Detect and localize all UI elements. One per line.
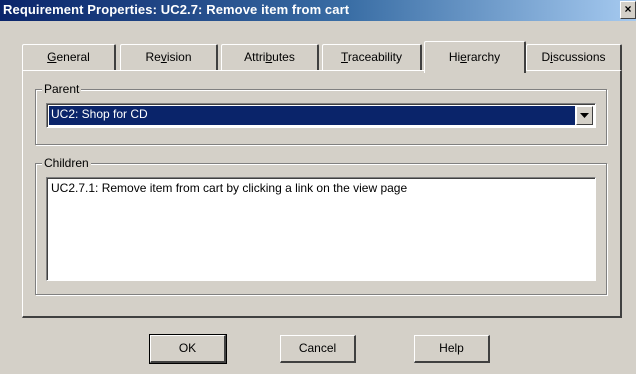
tab-general[interactable]: General: [22, 44, 116, 70]
parent-dropdown[interactable]: UC2: Shop for CD: [46, 103, 596, 128]
tab-discussions-label-pre: D: [541, 50, 551, 64]
help-button[interactable]: Help: [414, 335, 490, 363]
parent-dropdown-value: UC2: Shop for CD: [49, 106, 575, 125]
tab-discussions-label-post: scussions: [552, 50, 606, 64]
tab-hierarchy-label-post: rarchy: [466, 50, 501, 64]
tab-revision-label-pre: Re: [145, 50, 161, 64]
children-list[interactable]: UC2.7.1: Remove item from cart by clicki…: [46, 177, 596, 281]
tab-attributes[interactable]: Attributes: [221, 44, 319, 70]
close-icon: ×: [624, 2, 632, 16]
tab-hierarchy-label-pre: Hi: [448, 50, 461, 64]
children-label: Children: [42, 156, 91, 170]
tab-traceability[interactable]: Traceability: [322, 44, 422, 70]
tab-attributes-label-post: utes: [272, 50, 295, 64]
hierarchy-panel: Parent UC2: Shop for CD Children UC2.7.1…: [22, 70, 622, 318]
tab-discussions[interactable]: Discussions: [526, 44, 622, 70]
parent-dropdown-button[interactable]: [576, 106, 593, 125]
close-button[interactable]: ×: [620, 1, 636, 19]
chevron-down-icon: [580, 113, 589, 118]
tab-general-label-post: eneral: [56, 50, 90, 64]
tab-revision-label-post: ision: [166, 50, 192, 64]
tab-traceability-label-post: raceability: [347, 50, 402, 64]
parent-groupbox: Parent UC2: Shop for CD: [35, 82, 607, 145]
tab-revision[interactable]: Revision: [120, 44, 218, 70]
tab-hierarchy[interactable]: Hierarchy: [424, 41, 526, 73]
tab-hierarchy-label-key: e: [460, 50, 467, 64]
ok-button[interactable]: OK: [149, 334, 227, 364]
cancel-button[interactable]: Cancel: [280, 335, 356, 363]
parent-label: Parent: [42, 82, 82, 96]
requirement-properties-dialog: Requirement Properties: UC2.7: Remove it…: [0, 0, 636, 374]
window-title: Requirement Properties: UC2.7: Remove it…: [3, 2, 350, 17]
title-bar: Requirement Properties: UC2.7: Remove it…: [0, 0, 636, 21]
tab-attributes-label-pre: Attri: [244, 50, 266, 64]
list-item[interactable]: UC2.7.1: Remove item from cart by clicki…: [47, 178, 595, 198]
children-groupbox: Children UC2.7.1: Remove item from cart …: [35, 156, 607, 295]
tab-traceability-label-key: T: [341, 50, 348, 64]
